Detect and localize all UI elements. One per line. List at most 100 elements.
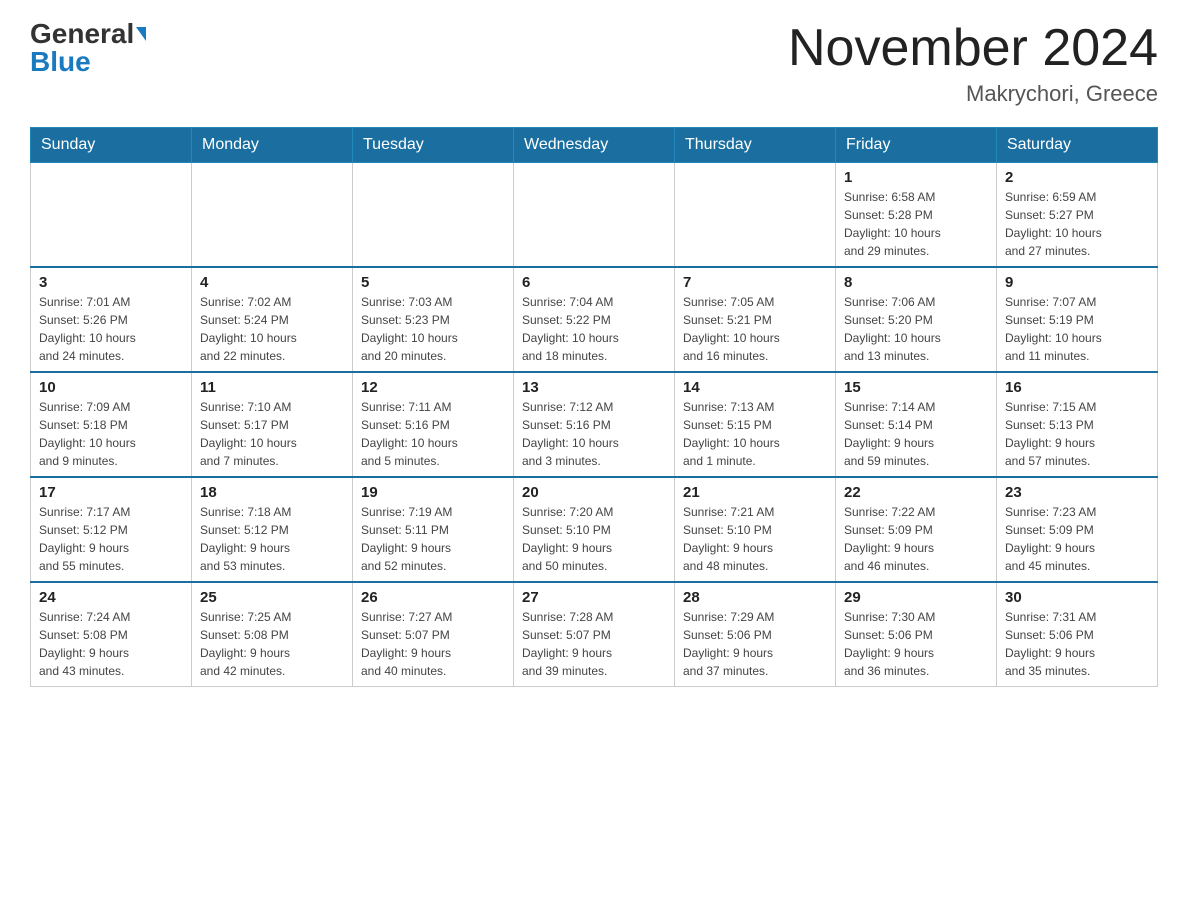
day-info: Sunrise: 6:58 AMSunset: 5:28 PMDaylight:… [844, 188, 988, 260]
day-number: 27 [522, 589, 666, 606]
calendar-week-row-5: 24Sunrise: 7:24 AMSunset: 5:08 PMDayligh… [31, 582, 1158, 687]
calendar-week-row-2: 3 Sunrise: 7:01 AMSunset: 5:26 PMDaylight… [31, 267, 1158, 372]
day-number: 8 [844, 274, 988, 291]
calendar-cell [514, 163, 675, 268]
day-number: 21 [683, 484, 827, 501]
calendar-table: SundayMondayTuesdayWednesdayThursdayFrid… [30, 127, 1158, 687]
day-info: Sunrise: 7:12 AMSunset: 5:16 PMDaylight:… [522, 398, 666, 470]
day-number: 5 [361, 274, 505, 291]
day-number: 18 [200, 484, 344, 501]
day-info: Sunrise: 7:04 AMSunset: 5:22 PMDaylight:… [522, 293, 666, 365]
calendar-week-row-4: 17 Sunrise: 7:17 AMSunset: 5:12 PMDayligh… [31, 477, 1158, 582]
day-info: Sunrise: 7:28 AMSunset: 5:07 PMDaylight:… [522, 608, 666, 680]
calendar-cell: 20 Sunrise: 7:20 AMSunset: 5:10 PMDayligh… [514, 477, 675, 582]
day-info: Sunrise: 7:17 AMSunset: 5:12 PMDaylight:… [39, 503, 183, 575]
calendar-cell: 18Sunrise: 7:18 AMSunset: 5:12 PMDayligh… [192, 477, 353, 582]
day-number: 12 [361, 379, 505, 396]
weekday-header-wednesday: Wednesday [514, 128, 675, 163]
calendar-cell: 25Sunrise: 7:25 AMSunset: 5:08 PMDayligh… [192, 582, 353, 687]
title-area: November 2024 Makrychori, Greece [788, 20, 1158, 107]
calendar-cell [31, 163, 192, 268]
day-number: 20 [522, 484, 666, 501]
calendar-cell: 3 Sunrise: 7:01 AMSunset: 5:26 PMDaylight… [31, 267, 192, 372]
calendar-cell: 30Sunrise: 7:31 AMSunset: 5:06 PMDayligh… [997, 582, 1158, 687]
calendar-cell: 28Sunrise: 7:29 AMSunset: 5:06 PMDayligh… [675, 582, 836, 687]
day-info: Sunrise: 7:20 AMSunset: 5:10 PMDaylight:… [522, 503, 666, 575]
day-info: Sunrise: 7:05 AMSunset: 5:21 PMDaylight:… [683, 293, 827, 365]
day-info: Sunrise: 7:15 AMSunset: 5:13 PMDaylight:… [1005, 398, 1149, 470]
day-info: Sunrise: 7:23 AMSunset: 5:09 PMDaylight:… [1005, 503, 1149, 575]
day-number: 9 [1005, 274, 1149, 291]
calendar-cell: 24Sunrise: 7:24 AMSunset: 5:08 PMDayligh… [31, 582, 192, 687]
day-info: Sunrise: 7:21 AMSunset: 5:10 PMDaylight:… [683, 503, 827, 575]
day-number: 11 [200, 379, 344, 396]
day-number: 3 [39, 274, 183, 291]
day-number: 13 [522, 379, 666, 396]
calendar-cell: 23 Sunrise: 7:23 AMSunset: 5:09 PMDayligh… [997, 477, 1158, 582]
day-number: 7 [683, 274, 827, 291]
day-info: Sunrise: 7:14 AMSunset: 5:14 PMDaylight:… [844, 398, 988, 470]
day-number: 6 [522, 274, 666, 291]
day-info: Sunrise: 7:31 AMSunset: 5:06 PMDaylight:… [1005, 608, 1149, 680]
day-number: 10 [39, 379, 183, 396]
calendar-cell: 4Sunrise: 7:02 AMSunset: 5:24 PMDaylight… [192, 267, 353, 372]
day-number: 2 [1005, 169, 1149, 186]
day-number: 26 [361, 589, 505, 606]
day-info: Sunrise: 7:01 AMSunset: 5:26 PMDaylight:… [39, 293, 183, 365]
day-number: 17 [39, 484, 183, 501]
logo: General Blue [30, 20, 146, 76]
day-number: 1 [844, 169, 988, 186]
calendar-cell: 29Sunrise: 7:30 AMSunset: 5:06 PMDayligh… [836, 582, 997, 687]
calendar-cell [675, 163, 836, 268]
day-info: Sunrise: 7:22 AMSunset: 5:09 PMDaylight:… [844, 503, 988, 575]
day-number: 23 [1005, 484, 1149, 501]
weekday-header-friday: Friday [836, 128, 997, 163]
calendar-cell: 26Sunrise: 7:27 AMSunset: 5:07 PMDayligh… [353, 582, 514, 687]
day-number: 14 [683, 379, 827, 396]
day-info: Sunrise: 7:06 AMSunset: 5:20 PMDaylight:… [844, 293, 988, 365]
day-info: Sunrise: 6:59 AMSunset: 5:27 PMDaylight:… [1005, 188, 1149, 260]
day-number: 25 [200, 589, 344, 606]
calendar-week-row-1: 1 Sunrise: 6:58 AMSunset: 5:28 PMDaylight… [31, 163, 1158, 268]
calendar-cell: 7 Sunrise: 7:05 AMSunset: 5:21 PMDaylight… [675, 267, 836, 372]
calendar-cell [192, 163, 353, 268]
day-number: 15 [844, 379, 988, 396]
calendar-cell: 12 Sunrise: 7:11 AMSunset: 5:16 PMDayligh… [353, 372, 514, 477]
calendar-cell: 27 Sunrise: 7:28 AMSunset: 5:07 PMDayligh… [514, 582, 675, 687]
calendar-cell: 17 Sunrise: 7:17 AMSunset: 5:12 PMDayligh… [31, 477, 192, 582]
weekday-header-thursday: Thursday [675, 128, 836, 163]
logo-general-text: General [30, 20, 134, 48]
day-number: 24 [39, 589, 183, 606]
day-number: 19 [361, 484, 505, 501]
day-number: 22 [844, 484, 988, 501]
calendar-cell: 15 Sunrise: 7:14 AMSunset: 5:14 PMDayligh… [836, 372, 997, 477]
calendar-cell: 5 Sunrise: 7:03 AMSunset: 5:23 PMDaylight… [353, 267, 514, 372]
calendar-header-row: SundayMondayTuesdayWednesdayThursdayFrid… [31, 128, 1158, 163]
calendar-cell: 10 Sunrise: 7:09 AMSunset: 5:18 PMDayligh… [31, 372, 192, 477]
page-header: General Blue November 2024 Makrychori, G… [30, 20, 1158, 107]
calendar-cell: 9Sunrise: 7:07 AMSunset: 5:19 PMDaylight… [997, 267, 1158, 372]
calendar-cell: 1 Sunrise: 6:58 AMSunset: 5:28 PMDaylight… [836, 163, 997, 268]
weekday-header-tuesday: Tuesday [353, 128, 514, 163]
day-info: Sunrise: 7:19 AMSunset: 5:11 PMDaylight:… [361, 503, 505, 575]
day-number: 16 [1005, 379, 1149, 396]
calendar-week-row-3: 10 Sunrise: 7:09 AMSunset: 5:18 PMDayligh… [31, 372, 1158, 477]
day-info: Sunrise: 7:11 AMSunset: 5:16 PMDaylight:… [361, 398, 505, 470]
day-info: Sunrise: 7:02 AMSunset: 5:24 PMDaylight:… [200, 293, 344, 365]
calendar-cell: 21 Sunrise: 7:21 AMSunset: 5:10 PMDayligh… [675, 477, 836, 582]
weekday-header-sunday: Sunday [31, 128, 192, 163]
calendar-cell: 11 Sunrise: 7:10 AMSunset: 5:17 PMDayligh… [192, 372, 353, 477]
calendar-cell: 13 Sunrise: 7:12 AMSunset: 5:16 PMDayligh… [514, 372, 675, 477]
day-info: Sunrise: 7:03 AMSunset: 5:23 PMDaylight:… [361, 293, 505, 365]
calendar-cell: 14Sunrise: 7:13 AMSunset: 5:15 PMDayligh… [675, 372, 836, 477]
calendar-cell: 2 Sunrise: 6:59 AMSunset: 5:27 PMDaylight… [997, 163, 1158, 268]
calendar-cell: 16 Sunrise: 7:15 AMSunset: 5:13 PMDayligh… [997, 372, 1158, 477]
calendar-cell: 22 Sunrise: 7:22 AMSunset: 5:09 PMDayligh… [836, 477, 997, 582]
weekday-header-saturday: Saturday [997, 128, 1158, 163]
calendar-cell: 6 Sunrise: 7:04 AMSunset: 5:22 PMDaylight… [514, 267, 675, 372]
calendar-cell: 8 Sunrise: 7:06 AMSunset: 5:20 PMDaylight… [836, 267, 997, 372]
day-info: Sunrise: 7:10 AMSunset: 5:17 PMDaylight:… [200, 398, 344, 470]
logo-arrow-icon [136, 27, 146, 41]
day-info: Sunrise: 7:09 AMSunset: 5:18 PMDaylight:… [39, 398, 183, 470]
day-number: 29 [844, 589, 988, 606]
